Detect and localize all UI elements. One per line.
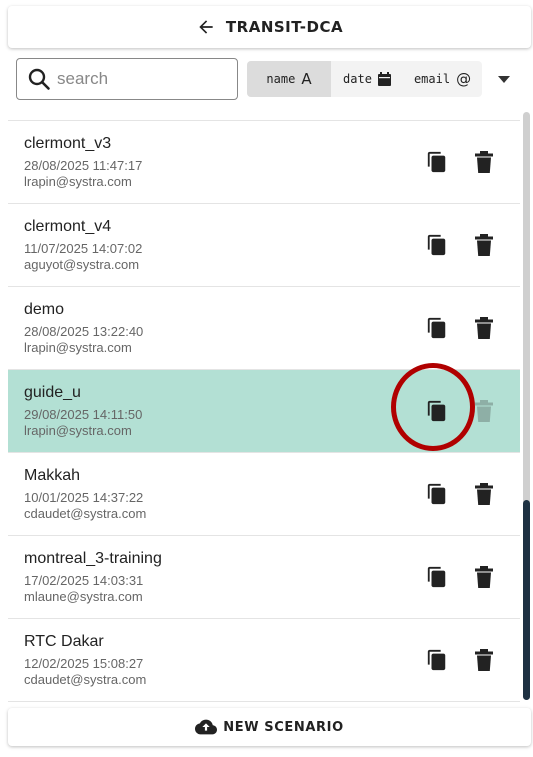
calendar-icon [377,72,391,86]
scenario-email: cdaudet@systra.com [24,506,147,521]
chevron-down-icon[interactable] [498,76,510,83]
scenario-row[interactable]: montreal_3-training 17/02/2025 14:03:31 ml… [8,536,520,619]
scenario-name: clermont_v4 [24,218,112,235]
alpha-icon: A [301,70,312,88]
scenario-email: lrapin@systra.com [24,423,132,438]
trash-icon[interactable] [474,649,494,671]
scenario-name: demo [24,301,65,318]
copy-icon[interactable] [426,483,448,505]
sort-date-label: date [343,72,372,86]
copy-icon[interactable] [426,566,448,588]
scenario-name: Makkah [24,467,81,484]
trash-icon[interactable] [474,566,494,588]
copy-icon[interactable] [426,151,448,173]
sort-by-name-button[interactable]: name A [247,61,331,97]
page-title: TRANSIT-DCA [225,18,344,36]
trash-icon[interactable] [474,151,494,173]
arrow-left-icon [199,20,213,34]
scenario-date: 12/02/2025 15:08:27 [24,656,144,671]
scenario-email: lrapin@systra.com [24,174,132,189]
copy-icon[interactable] [426,649,448,671]
scenario-email: lrapin@systra.com [24,340,132,355]
scenario-row[interactable]: guide_u 29/08/2025 14:11:50 lrapin@systra.… [8,370,520,453]
copy-icon[interactable] [426,317,448,339]
scenario-name: montreal_3-training [24,550,162,567]
scenario-email: mlaune@systra.com [24,589,143,604]
scenario-row[interactable]: clermont_v3 28/08/2025 11:47:17 lrapin@sys… [8,121,520,204]
scenario-row[interactable]: Makkah 10/01/2025 14:37:22 cdaudet@systra.… [8,453,520,536]
scenario-name: RTC Dakar [24,633,104,650]
copy-icon[interactable] [426,400,448,422]
sort-name-label: name [266,72,296,86]
sort-email-label: email [413,72,451,86]
cloud-upload-icon [195,719,218,735]
scrollbar-thumb[interactable] [523,500,530,700]
sort-by-date-button[interactable]: date [331,61,403,97]
scenario-date: 28/08/2025 13:22:40 [24,324,144,339]
sort-toggle-group: name A date email @ [247,61,482,97]
scenario-date: 29/08/2025 14:11:50 [24,407,143,422]
scenario-row[interactable]: RTC Dakar 12/02/2025 15:08:27 cdaudet@syst… [8,619,520,702]
at-icon: @ [456,70,472,88]
trash-icon[interactable] [474,234,494,256]
search-input[interactable] [57,69,217,89]
search-icon [28,68,50,90]
new-scenario-label: NEW SCENARIO [223,719,344,735]
scenario-email: cdaudet@systra.com [24,672,147,687]
trash-icon[interactable] [474,317,494,339]
scenario-date: 17/02/2025 14:03:31 [24,573,144,588]
copy-icon[interactable] [426,234,448,256]
scenario-name: guide_u [24,384,81,401]
trash-icon[interactable] [474,483,494,505]
scenario-date: 28/08/2025 11:47:17 [24,158,143,173]
scenario-email: aguyot@systra.com [24,257,140,272]
back-button[interactable]: TRANSIT-DCA [8,6,531,48]
scenario-date: 11/07/2025 14:07:02 [24,241,143,256]
scenario-row[interactable]: clermont_v4 11/07/2025 14:07:02 aguyot@sys… [8,204,520,287]
search-field[interactable] [16,58,238,100]
scenario-date: 10/01/2025 14:37:22 [24,490,144,505]
sort-by-email-button[interactable]: email @ [403,61,482,97]
trash-icon[interactable] [474,400,494,422]
scenario-name: clermont_v3 [24,135,112,152]
scenario-row[interactable]: demo 28/08/2025 13:22:40 lrapin@systra.com [8,287,520,370]
new-scenario-button[interactable]: NEW SCENARIO [8,708,531,746]
